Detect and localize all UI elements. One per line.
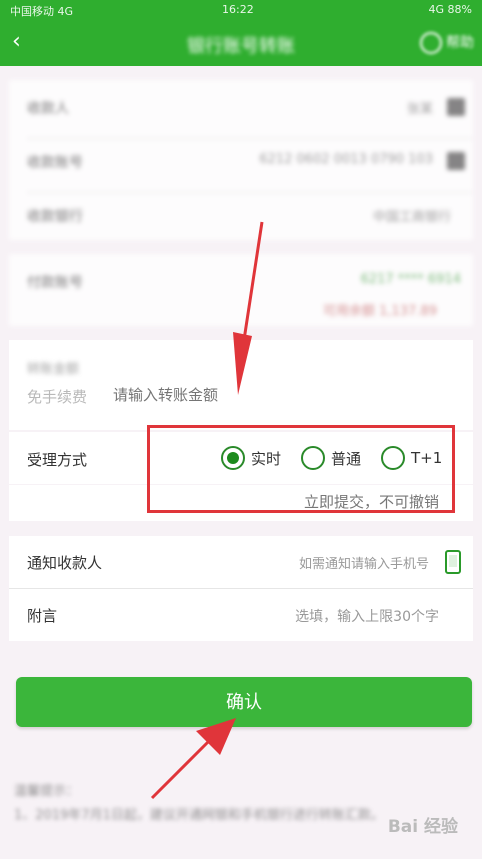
arrow-to-confirm [150, 718, 236, 800]
annotation-arrows [150, 221, 264, 800]
watermark: Bai 经验 [387, 817, 458, 837]
arrow-to-options [233, 221, 264, 395]
